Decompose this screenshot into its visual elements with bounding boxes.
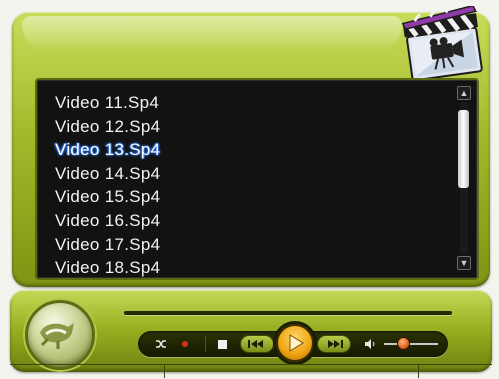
base-line — [10, 364, 492, 365]
stop-button[interactable] — [215, 337, 229, 351]
base-divider — [418, 364, 419, 378]
volume-button[interactable] — [362, 336, 378, 352]
record-dot-icon — [182, 341, 188, 347]
scroll-down-icon[interactable]: ▼ — [457, 256, 471, 270]
previous-icon — [248, 340, 263, 348]
next-button[interactable] — [317, 335, 351, 353]
playlist-item[interactable]: Video 18.Sp4 — [55, 256, 160, 280]
play-button[interactable] — [276, 324, 314, 362]
clapperboard-camera-icon — [401, 6, 483, 82]
playlist-scrollbar[interactable]: ▲ ▼ — [457, 86, 471, 270]
playlist-item[interactable]: Video 11.Sp4 — [55, 91, 160, 115]
previous-button[interactable] — [240, 335, 274, 353]
record-button[interactable] — [179, 338, 191, 350]
playlist: Video 11.Sp4 Video 12.Sp4 Video 13.Sp4 V… — [55, 91, 160, 280]
playlist-item[interactable]: Video 15.Sp4 — [55, 185, 160, 209]
play-icon — [289, 334, 304, 352]
disc-button[interactable] — [25, 300, 95, 370]
volume-icon — [365, 339, 375, 349]
scroll-up-icon[interactable]: ▲ — [457, 86, 471, 100]
playlist-item[interactable]: Video 16.Sp4 — [55, 209, 160, 233]
scroll-thumb[interactable] — [458, 110, 469, 188]
playlist-panel[interactable]: Video 11.Sp4 Video 12.Sp4 Video 13.Sp4 V… — [35, 78, 479, 280]
playlist-item[interactable]: Video 14.Sp4 — [55, 162, 160, 186]
playlist-item[interactable]: Video 12.Sp4 — [55, 115, 160, 139]
stop-icon — [217, 339, 227, 349]
shuffle-button[interactable] — [153, 336, 169, 352]
volume-slider-knob[interactable] — [398, 338, 409, 349]
frame-highlight — [22, 16, 402, 52]
shuffle-icon — [156, 340, 166, 348]
volume-slider-track[interactable] — [384, 343, 438, 345]
playlist-item[interactable]: Video 17.Sp4 — [55, 233, 160, 257]
seek-bar[interactable] — [124, 311, 452, 315]
next-icon — [328, 340, 343, 348]
separator — [205, 336, 206, 352]
playlist-item-selected[interactable]: Video 13.Sp4 — [55, 138, 160, 162]
disc-icon — [40, 323, 74, 349]
base-divider — [164, 364, 165, 378]
